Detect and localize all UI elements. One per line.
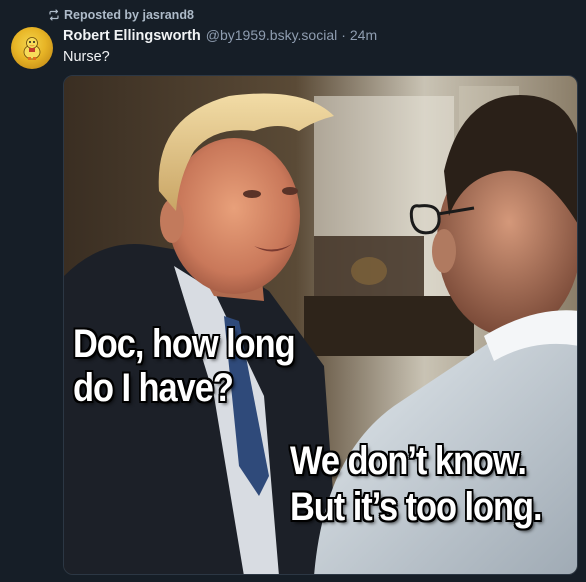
author-name[interactable]: Robert Ellingsworth — [63, 28, 201, 44]
post-text: Nurse? — [63, 49, 110, 65]
separator-dot: · — [341, 27, 346, 43]
repost-icon — [49, 9, 59, 21]
feed-post[interactable]: Reposted by jasrand8 Robert Ellingsworth… — [0, 0, 586, 582]
meme-caption-answer: We don’t know. But it’s too long. — [290, 438, 543, 530]
repost-label: Reposted by jasrand8 — [64, 8, 194, 22]
meme-caption-question: Doc, how long do I have? — [73, 322, 296, 410]
avatar[interactable] — [11, 27, 53, 69]
caption-line: We don’t know. — [290, 439, 527, 483]
post-header: Robert Ellingsworth @by1959.bsky.social … — [63, 27, 377, 44]
avatar-duck-icon — [23, 37, 41, 60]
caption-line: do I have? — [73, 366, 234, 410]
post-image[interactable]: Doc, how long do I have? We don’t know. … — [63, 75, 578, 575]
caption-line: But it’s too long. — [290, 485, 543, 529]
caption-line: Doc, how long — [73, 322, 296, 366]
post-timestamp[interactable]: 24m — [350, 27, 377, 43]
repost-indicator[interactable]: Reposted by jasrand8 — [48, 7, 194, 23]
author-handle[interactable]: @by1959.bsky.social — [206, 27, 337, 43]
